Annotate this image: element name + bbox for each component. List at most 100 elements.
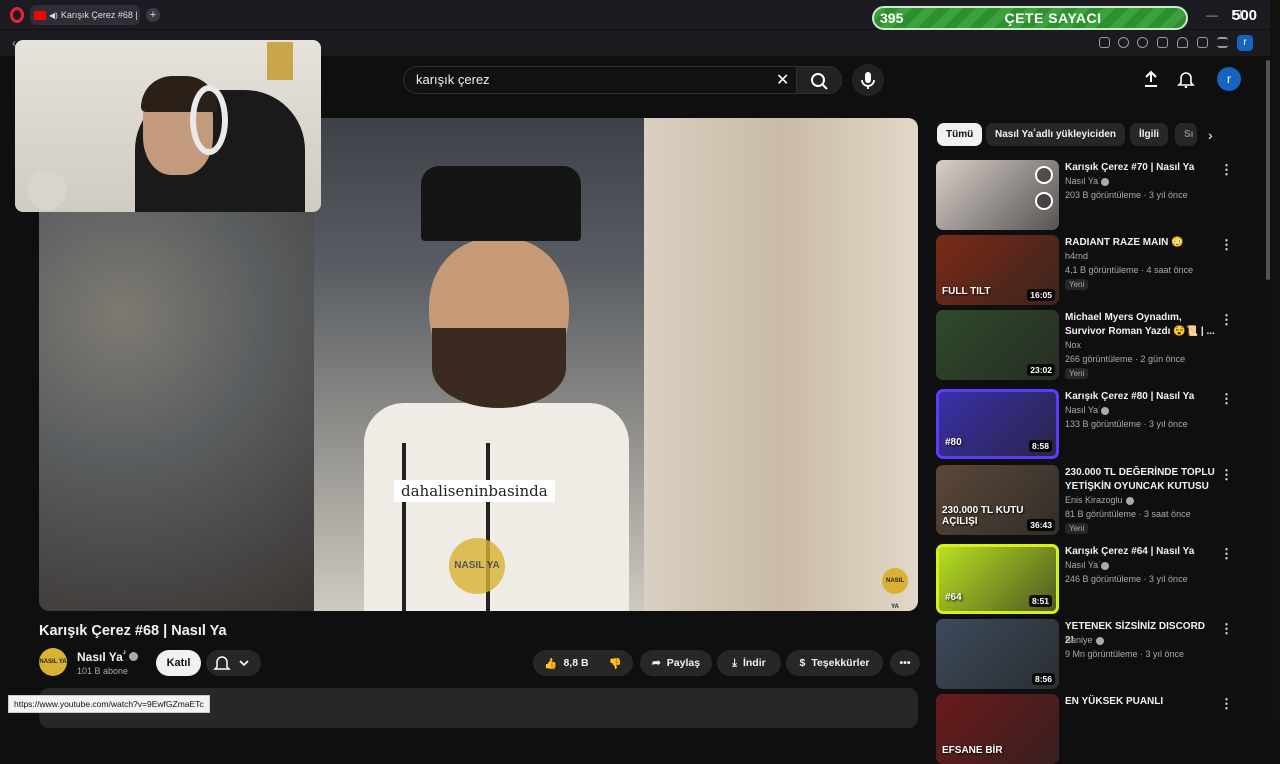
- shield-extension-icon[interactable]: [1137, 37, 1148, 48]
- more-vertical-icon[interactable]: ⋮: [1220, 162, 1233, 178]
- voice-search-button[interactable]: [852, 64, 884, 96]
- new-tab-button[interactable]: +: [146, 8, 160, 22]
- more-vertical-icon[interactable]: ⋮: [1220, 391, 1233, 407]
- channel-name-text: Nasıl Yaؗ: [1065, 176, 1099, 186]
- chip-all[interactable]: Tümü: [937, 123, 983, 146]
- microphone-icon: [861, 72, 875, 89]
- recommendation-item[interactable]: FULL TILT 16:05 RADIANT RAZE MAIN 😳 h4rnd 4,…: [936, 235, 1256, 305]
- recommendation-channel[interactable]: Nox: [1065, 340, 1081, 350]
- chip-from-uploader[interactable]: Nasıl Yaؗ adlı yükleyiciden: [986, 123, 1125, 146]
- recommendation-title[interactable]: Karışık Çerez #70 | Nasıl Ya: [1065, 161, 1215, 175]
- notifications-bell-icon[interactable]: [1177, 70, 1195, 88]
- link-status-url: https://www.youtube.com/watch?v=9EwfGZma…: [8, 695, 210, 713]
- search-button[interactable]: [796, 66, 842, 94]
- join-button[interactable]: Katıl: [156, 650, 201, 676]
- download-browser-icon[interactable]: [1197, 37, 1208, 48]
- recommendation-title[interactable]: RADIANT RAZE MAIN 😳: [1065, 236, 1215, 250]
- recommendation-title[interactable]: 230.000 TL DEĞERİNDE TOPLU YETİŞKİN OYUN…: [1065, 466, 1215, 494]
- tab-title: Karışık Çerez #68 | Na: [60, 10, 140, 20]
- recommendation-channel[interactable]: Enis Kirazoglu: [1065, 495, 1134, 505]
- more-vertical-icon[interactable]: ⋮: [1220, 312, 1233, 328]
- heart-icon[interactable]: [1177, 37, 1188, 48]
- recommendation-meta: 266 görüntüleme · 2 gün önce: [1065, 354, 1186, 364]
- download-button[interactable]: ⤓ İndir: [717, 650, 781, 676]
- recommendation-item[interactable]: #80 8:58 Karışık Çerez #80 | Nasıl Ya Nasıl…: [936, 389, 1256, 459]
- thanks-button[interactable]: $ Teşekkürler: [786, 650, 883, 676]
- recommendation-title[interactable]: Michael Myers Oynadım, Survivor Roman Ya…: [1065, 311, 1215, 339]
- recommendation-item[interactable]: 8:56 YETENEK SİZSİNİZ DISCORD 2! Saniye 9 M…: [936, 619, 1256, 689]
- recommendation-item[interactable]: Karışık Çerez #70 | Nasıl Ya Nasıl Yaؗ 203…: [936, 160, 1256, 230]
- recommendation-item[interactable]: 23:02 Michael Myers Oynadım, Survivor Rom…: [936, 310, 1256, 380]
- close-icon[interactable]: ✕: [776, 70, 789, 90]
- recommendation-item[interactable]: #64 8:51 Karışık Çerez #64 | Nasıl Ya Nasıl…: [936, 544, 1256, 614]
- channel-name[interactable]: Nasıl Yaؗ: [77, 650, 123, 665]
- video-thumbnail[interactable]: 230.000 TL KUTU AÇILIŞI 36:43: [936, 465, 1059, 535]
- thumbnail-overlay-text: #64: [945, 592, 962, 603]
- speaker-hat: [421, 166, 581, 241]
- more-vertical-icon[interactable]: ⋮: [1220, 467, 1233, 483]
- recommendation-channel[interactable]: Nasıl Yaؗ: [1065, 560, 1110, 571]
- video-thumbnail[interactable]: #80 8:58: [936, 389, 1059, 459]
- channel-name-text: Nox: [1065, 340, 1082, 350]
- recommendation-item[interactable]: EFSANE BİR EN YÜKSEK PUANLI ⋮: [936, 694, 1256, 764]
- video-thumbnail[interactable]: FULL TILT 16:05: [936, 235, 1059, 305]
- opera-logo-icon[interactable]: [10, 7, 24, 23]
- recommendation-channel[interactable]: Saniye: [1065, 635, 1104, 645]
- upload-icon[interactable]: [1142, 70, 1160, 88]
- play-extension-icon[interactable]: [1157, 37, 1168, 48]
- search-input[interactable]: karışık çerez: [403, 66, 796, 94]
- browser-tab-active[interactable]: ◀) Karışık Çerez #68 | Na: [30, 5, 140, 25]
- like-button[interactable]: 👍 8,8 B 👎: [533, 650, 633, 676]
- recommendation-title[interactable]: Karışık Çerez #80 | Nasıl Ya: [1065, 390, 1215, 404]
- recommendation-item[interactable]: 230.000 TL KUTU AÇILIŞI 36:43 230.000 TL D…: [936, 465, 1256, 535]
- video-thumbnail[interactable]: 8:56: [936, 619, 1059, 689]
- video-thumbnail[interactable]: [936, 160, 1059, 230]
- chip-more[interactable]: Sı: [1175, 123, 1197, 146]
- more-actions-button[interactable]: •••: [890, 650, 920, 676]
- recommendation-channel[interactable]: Nasıl Yaؗ: [1065, 176, 1110, 187]
- new-badge: Yeni: [1065, 368, 1089, 379]
- video-blurred-right: [644, 118, 918, 611]
- thumbnail-overlay-text: EFSANE BİR: [942, 745, 1003, 756]
- thumbnail-overlay-text: 230.000 TL KUTU AÇILIŞI: [942, 505, 1024, 527]
- counter-goal-value: 500: [1232, 7, 1258, 24]
- window-minimize-icon[interactable]: —: [1206, 8, 1218, 22]
- more-vertical-icon[interactable]: ⋮: [1220, 546, 1233, 562]
- new-badge: Yeni: [1065, 279, 1089, 290]
- add-to-queue-icon[interactable]: [1035, 192, 1053, 210]
- browser-profile-avatar[interactable]: r: [1237, 35, 1253, 51]
- channel-avatar[interactable]: NASIL YA: [39, 648, 67, 676]
- more-vertical-icon[interactable]: ⋮: [1220, 696, 1233, 712]
- share-label: Paylaş: [666, 657, 701, 669]
- microphone-stand: [402, 443, 406, 611]
- channel-name-text: Nasıl Yaؗ: [1065, 560, 1099, 570]
- recommendation-meta: 4,1 B görüntüleme · 4 saat önce: [1065, 265, 1194, 275]
- edit-extension-icon[interactable]: [1099, 37, 1110, 48]
- recommendation-channel[interactable]: Nasıl Yaؗ: [1065, 405, 1110, 416]
- recommendation-channel[interactable]: h4rnd: [1065, 251, 1088, 261]
- chevron-right-icon[interactable]: ›: [1208, 127, 1213, 143]
- video-thumbnail[interactable]: #64 8:51: [936, 544, 1059, 614]
- like-count: 8,8 B: [563, 657, 589, 669]
- share-button[interactable]: ➦ Paylaş: [640, 650, 712, 676]
- channel-name-text: Nasıl Yaؗ: [1065, 405, 1099, 415]
- camera-extension-icon[interactable]: [1118, 37, 1129, 48]
- more-vertical-icon[interactable]: ⋮: [1220, 237, 1233, 253]
- account-avatar[interactable]: r: [1217, 67, 1241, 91]
- dislike-icon[interactable]: 👎: [609, 657, 622, 670]
- chip-related[interactable]: İlgili: [1130, 123, 1168, 146]
- subscription-bell-button[interactable]: [206, 650, 261, 676]
- subscriber-count: 101 B abone: [77, 666, 129, 676]
- speaker-icon: ◀): [49, 10, 58, 20]
- video-duration: 16:05: [1027, 289, 1055, 301]
- video-frame: dahaliseninbasinda NASIL YA: [314, 118, 644, 611]
- more-vertical-icon[interactable]: ⋮: [1220, 621, 1233, 637]
- video-thumbnail[interactable]: EFSANE BİR: [936, 694, 1059, 764]
- menu-icon[interactable]: [1217, 37, 1228, 48]
- recommendation-title[interactable]: Karışık Çerez #64 | Nasıl Ya: [1065, 545, 1215, 559]
- channel-corner-watermark[interactable]: NASIL YA: [882, 568, 908, 610]
- watch-later-icon[interactable]: [1035, 166, 1053, 184]
- streamer-webcam: [15, 40, 321, 212]
- video-thumbnail[interactable]: 23:02: [936, 310, 1059, 380]
- recommendation-title[interactable]: EN YÜKSEK PUANLI: [1065, 695, 1215, 709]
